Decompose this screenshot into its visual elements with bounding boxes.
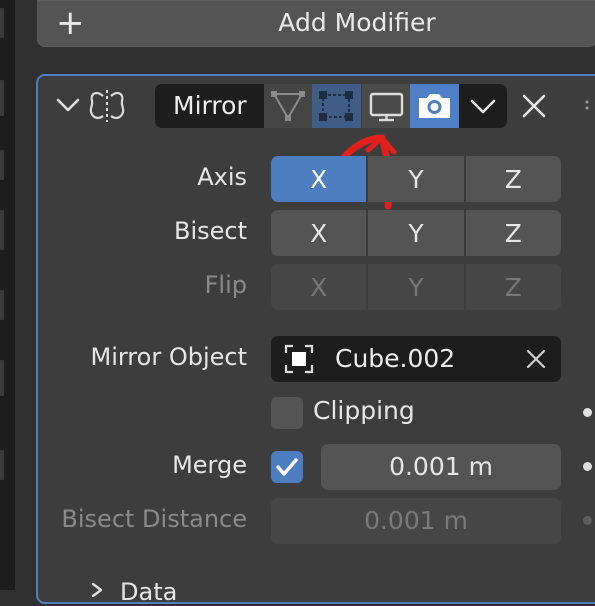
mirror-object-value: Cube.002 bbox=[335, 344, 456, 373]
bisect-distance-label: Bisect Distance bbox=[61, 505, 247, 533]
edit-mode-toggle[interactable] bbox=[264, 84, 312, 128]
viewport-toggle[interactable] bbox=[361, 84, 410, 128]
drag-handle-icon[interactable] bbox=[585, 100, 595, 110]
modifier-name-field[interactable]: Mirror bbox=[155, 84, 264, 128]
camera-icon bbox=[419, 94, 450, 118]
clipping-label: Clipping bbox=[313, 396, 415, 425]
close-icon[interactable] bbox=[524, 347, 548, 371]
bisect-distance-field: 0.001 m bbox=[271, 498, 561, 544]
mirror-object-label: Mirror Object bbox=[90, 343, 247, 371]
close-icon[interactable] bbox=[518, 90, 550, 122]
bisect-z-button[interactable]: Z bbox=[463, 210, 561, 256]
axis-label: Axis bbox=[197, 163, 247, 191]
on-cage-icon bbox=[319, 91, 353, 121]
bisect-x-button[interactable]: X bbox=[271, 210, 367, 256]
flip-y-button: Y bbox=[366, 264, 464, 310]
chevron-right-icon[interactable] bbox=[90, 583, 104, 597]
edit-mode-icon bbox=[271, 91, 305, 121]
add-modifier-button[interactable]: + Add Modifier bbox=[37, 0, 595, 47]
scrollbar-tick bbox=[0, 210, 4, 250]
bisect-y-button[interactable]: Y bbox=[366, 210, 464, 256]
scrollbar-tick bbox=[0, 450, 4, 480]
scrollbar-tick bbox=[0, 290, 4, 320]
scrollbar-tick bbox=[0, 80, 4, 116]
on-cage-toggle[interactable] bbox=[312, 84, 361, 128]
merge-distance-field[interactable]: 0.001 m bbox=[321, 444, 561, 490]
flip-label: Flip bbox=[204, 271, 247, 299]
chevron-down-icon[interactable] bbox=[55, 92, 81, 118]
chevron-down-icon bbox=[470, 99, 496, 114]
flip-selector: X Y Z bbox=[271, 264, 561, 310]
modifier-menu-button[interactable] bbox=[459, 84, 507, 128]
clipping-checkbox[interactable] bbox=[271, 397, 303, 429]
bisect-selector: X Y Z bbox=[271, 210, 561, 256]
scrollbar-tick bbox=[0, 8, 4, 38]
render-toggle[interactable] bbox=[410, 84, 459, 128]
keyframe-dot bbox=[583, 516, 592, 525]
axis-selector: X Y Z bbox=[271, 156, 561, 202]
object-cube-icon bbox=[284, 344, 314, 374]
merge-label: Merge bbox=[172, 451, 247, 479]
add-modifier-label: Add Modifier bbox=[278, 8, 436, 37]
left-sidebar-strip bbox=[0, 0, 15, 590]
scrollbar-tick bbox=[0, 360, 4, 396]
flip-z-button: Z bbox=[463, 264, 561, 310]
checkmark-icon bbox=[276, 458, 298, 476]
data-subpanel-header[interactable]: Data bbox=[120, 578, 177, 606]
keyframe-dot[interactable] bbox=[583, 408, 592, 417]
mirror-object-field[interactable]: Cube.002 bbox=[271, 336, 561, 382]
merge-checkbox[interactable] bbox=[271, 451, 303, 483]
axis-x-button[interactable]: X bbox=[271, 156, 367, 202]
bisect-label: Bisect bbox=[173, 217, 247, 245]
mirror-modifier-icon bbox=[89, 90, 125, 122]
flip-x-button: X bbox=[271, 264, 367, 310]
keyframe-dot[interactable] bbox=[583, 462, 592, 471]
axis-z-button[interactable]: Z bbox=[463, 156, 561, 202]
axis-y-button[interactable]: Y bbox=[366, 156, 464, 202]
monitor-icon bbox=[369, 92, 404, 122]
scrollbar-tick bbox=[0, 150, 4, 180]
